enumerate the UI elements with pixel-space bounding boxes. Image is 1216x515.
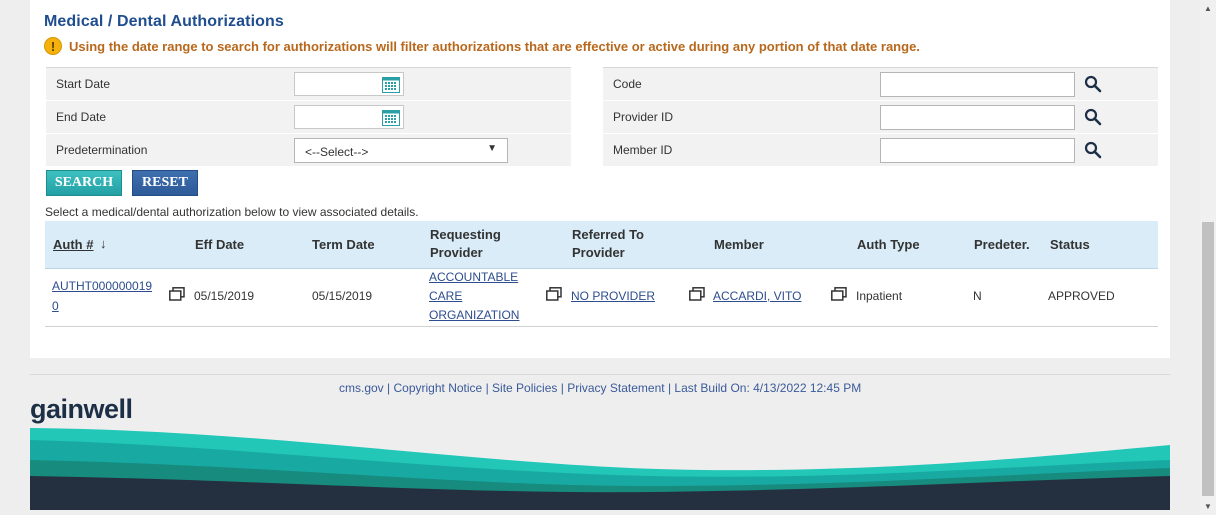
search-icon[interactable] <box>1084 141 1102 159</box>
auth-type-cell: Inpatient <box>856 289 903 303</box>
member-id-input[interactable] <box>880 138 1075 163</box>
code-input[interactable] <box>880 72 1075 97</box>
vertical-scrollbar[interactable]: ▲ ▼ <box>1200 0 1216 515</box>
member-id-label: Member ID <box>613 143 673 157</box>
warning-text: Using the date range to search for autho… <box>69 38 920 54</box>
eff-date-cell: 05/15/2019 <box>194 289 255 303</box>
warning-icon: ! <box>44 37 62 55</box>
open-window-icon[interactable] <box>689 287 705 301</box>
column-header-eff-date: Eff Date <box>195 237 245 252</box>
code-label: Code <box>613 77 642 91</box>
search-button[interactable]: SEARCH <box>46 170 122 196</box>
start-date-label: Start Date <box>56 77 111 91</box>
section-title: Medical / Dental Authorizations <box>44 13 284 30</box>
column-header-status: Status <box>1050 237 1090 252</box>
filter-row-predetermination: Predetermination <--Select--> ▼ <box>46 133 571 166</box>
scrollbar-thumb[interactable] <box>1202 222 1214 496</box>
column-header-requesting-provider-line2: Provider <box>430 245 483 260</box>
table-hint: Select a medical/dental authorization be… <box>45 205 419 219</box>
open-window-icon[interactable] <box>169 287 185 301</box>
table-row[interactable]: AUTHT000000019 0 05/15/2019 05/15/2019 A… <box>45 269 1158 327</box>
scroll-up-icon[interactable]: ▲ <box>1204 4 1212 13</box>
footer-separator: | <box>387 381 391 395</box>
column-header-term-date: Term Date <box>312 237 375 252</box>
footer-wave-graphic <box>30 428 1170 510</box>
filter-row-code: Code <box>603 67 1158 100</box>
authorizations-panel: Medical / Dental Authorizations ! Using … <box>30 0 1170 358</box>
footer-link-privacy[interactable]: Privacy Statement <box>567 381 664 395</box>
provider-id-label: Provider ID <box>613 110 674 124</box>
scroll-down-icon[interactable]: ▼ <box>1204 502 1212 511</box>
footer-link-copyright[interactable]: Copyright Notice <box>394 381 483 395</box>
column-header-referred-provider-line2: Provider <box>572 245 625 260</box>
footer-links: cms.gov | Copyright Notice | Site Polici… <box>339 381 861 395</box>
term-date-cell: 05/15/2019 <box>312 289 373 303</box>
requesting-provider-link-line2[interactable]: CARE <box>429 287 462 306</box>
footer-link-cms[interactable]: cms.gov <box>339 381 384 395</box>
filter-row-end-date: End Date <box>46 100 571 133</box>
sort-down-icon: ↓ <box>100 236 107 251</box>
column-header-referred-provider-line1: Referred To <box>572 227 644 242</box>
chevron-down-icon: ▼ <box>487 143 497 154</box>
filter-row-member-id: Member ID <box>603 133 1158 166</box>
footer-last-build: Last Build On: 4/13/2022 12:45 PM <box>674 381 862 395</box>
predetermination-selected: <--Select--> <box>305 145 369 159</box>
predeter-cell: N <box>973 289 982 303</box>
open-window-icon[interactable] <box>831 287 847 301</box>
auth-number-link-line1[interactable]: AUTHT000000019 <box>52 277 152 296</box>
end-date-label: End Date <box>56 110 107 124</box>
column-header-requesting-provider-line1: Requesting <box>430 227 501 242</box>
predetermination-select[interactable]: <--Select--> ▼ <box>294 138 508 163</box>
auth-number-link-line2[interactable]: 0 <box>52 297 59 316</box>
footer-link-site-policies[interactable]: Site Policies <box>492 381 557 395</box>
column-header-auth-type: Auth Type <box>857 237 920 252</box>
provider-id-input[interactable] <box>880 105 1075 130</box>
column-header-member: Member <box>714 237 764 252</box>
table-header: Auth # ↓ Eff Date Term Date Requesting P… <box>45 221 1158 269</box>
calendar-icon[interactable] <box>382 109 400 126</box>
footer-separator: | <box>560 381 564 395</box>
requesting-provider-link-line1[interactable]: ACCOUNTABLE <box>429 268 518 287</box>
filter-row-start-date: Start Date <box>46 67 571 100</box>
referred-to-link[interactable]: NO PROVIDER <box>571 287 655 306</box>
filter-row-provider-id: Provider ID <box>603 100 1158 133</box>
status-cell: APPROVED <box>1048 289 1115 303</box>
start-date-input[interactable] <box>294 72 404 96</box>
calendar-icon[interactable] <box>382 76 400 93</box>
footer-divider <box>30 374 1170 375</box>
footer-separator: | <box>485 381 489 395</box>
predetermination-label: Predetermination <box>56 143 148 157</box>
search-icon[interactable] <box>1084 108 1102 126</box>
column-header-predeter: Predeter. <box>974 237 1030 252</box>
footer-separator: | <box>667 381 672 395</box>
reset-button[interactable]: RESET <box>132 170 198 196</box>
open-window-icon[interactable] <box>546 287 562 301</box>
requesting-provider-link-line3[interactable]: ORGANIZATION <box>429 306 519 325</box>
end-date-input[interactable] <box>294 105 404 129</box>
warning-message: ! Using the date range to search for aut… <box>44 36 920 56</box>
column-header-auth[interactable]: Auth # <box>53 236 93 254</box>
member-link[interactable]: ACCARDI, VITO <box>713 287 801 306</box>
search-icon[interactable] <box>1084 75 1102 93</box>
